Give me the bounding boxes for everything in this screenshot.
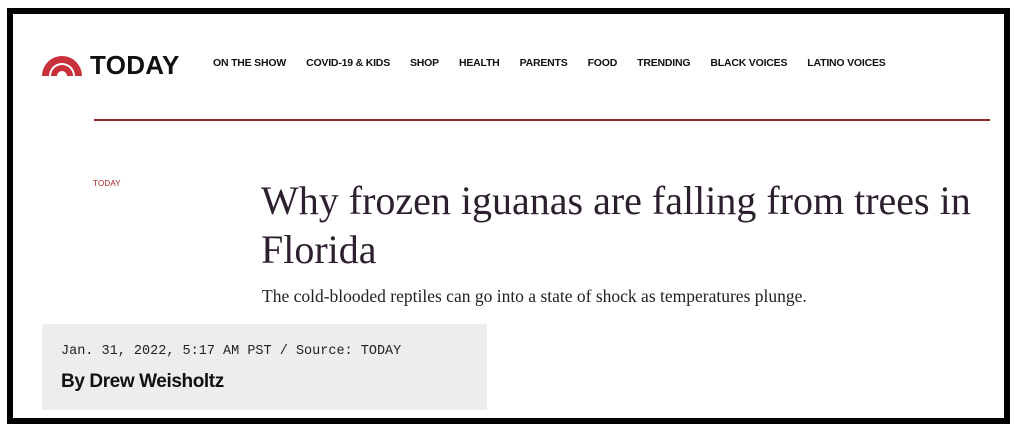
nav-item-trending[interactable]: TRENDING xyxy=(637,57,690,69)
today-logo[interactable]: TODAY xyxy=(40,52,180,78)
nav-item-shop[interactable]: SHOP xyxy=(410,57,439,69)
logo-text: TODAY xyxy=(90,50,180,80)
article-dek: The cold-blooded reptiles can go into a … xyxy=(262,286,807,306)
article-kicker[interactable]: TODAY xyxy=(93,179,121,188)
nav-item-on-the-show[interactable]: ON THE SHOW xyxy=(213,57,286,69)
nav-item-covid-kids[interactable]: COVID-19 & KIDS xyxy=(306,57,390,69)
main-nav: ON THE SHOW COVID-19 & KIDS SHOP HEALTH … xyxy=(213,57,906,69)
nav-item-black-voices[interactable]: BLACK VOICES xyxy=(710,57,787,69)
sunrise-icon xyxy=(42,56,82,76)
nav-item-health[interactable]: HEALTH xyxy=(459,57,500,69)
byline-box: Jan. 31, 2022, 5:17 AM PST / Source: TOD… xyxy=(42,324,487,410)
header-divider xyxy=(94,119,990,121)
article-dateline: Jan. 31, 2022, 5:17 AM PST / Source: TOD… xyxy=(61,344,402,359)
nav-item-food[interactable]: FOOD xyxy=(588,57,618,69)
article-headline: Why frozen iguanas are falling from tree… xyxy=(261,178,971,272)
screenshot-frame: TODAY ON THE SHOW COVID-19 & KIDS SHOP H… xyxy=(7,8,1010,424)
nav-item-parents[interactable]: PARENTS xyxy=(520,57,568,69)
nav-item-latino-voices[interactable]: LATINO VOICES xyxy=(807,57,885,69)
article-author[interactable]: By Drew Weisholtz xyxy=(61,371,224,393)
